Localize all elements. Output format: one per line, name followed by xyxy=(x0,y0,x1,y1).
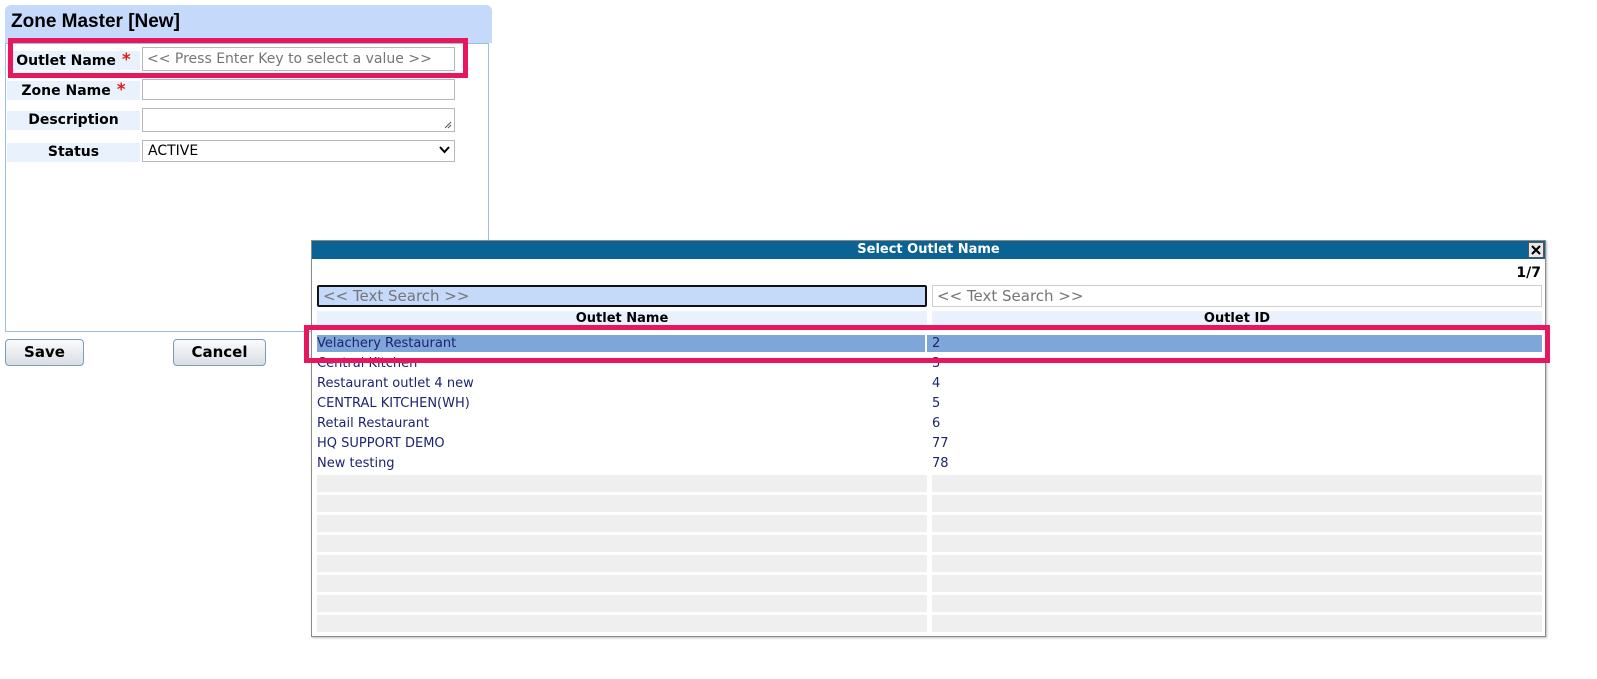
status-selected-value: ACTIVE xyxy=(148,143,199,159)
zone-name-input[interactable] xyxy=(142,79,455,100)
outlet-id-cell: 78 xyxy=(932,456,949,471)
outlet-name-cell: CENTRAL KITCHEN(WH) xyxy=(317,396,470,411)
required-mark: * xyxy=(121,50,131,70)
empty-row xyxy=(317,555,1542,572)
outlet-name-cell: New testing xyxy=(317,456,395,471)
empty-row xyxy=(317,595,1542,612)
outlet-id-cell: 77 xyxy=(932,436,949,451)
cancel-button[interactable]: Cancel xyxy=(173,339,266,366)
zone-name-label: Zone Name * xyxy=(7,81,140,100)
page-title: Zone Master [New] xyxy=(5,5,492,43)
outlet-name-cell: Central Kitchen xyxy=(317,356,418,371)
chevron-down-icon xyxy=(439,146,450,154)
table-row[interactable]: HQ SUPPORT DEMO 77 xyxy=(317,435,1542,452)
close-icon xyxy=(1531,245,1541,255)
outlet-id-cell: 6 xyxy=(932,416,941,431)
outlet-name-search-input[interactable] xyxy=(317,285,927,307)
required-mark: * xyxy=(116,80,126,100)
outlet-name-input[interactable] xyxy=(142,47,455,71)
status-select[interactable]: ACTIVE xyxy=(142,140,455,162)
outlet-name-cell: Velachery Restaurant xyxy=(317,335,927,352)
close-button[interactable] xyxy=(1528,242,1544,258)
table-row[interactable]: Restaurant outlet 4 new 4 xyxy=(317,375,1542,392)
empty-row xyxy=(317,535,1542,552)
outlet-name-label: Outlet Name * xyxy=(7,51,140,70)
page-counter: 1/7 xyxy=(1516,265,1541,281)
status-label: Status xyxy=(7,143,140,162)
table-row[interactable]: CENTRAL KITCHEN(WH) 5 xyxy=(317,395,1542,412)
table-row[interactable]: Velachery Restaurant 2 xyxy=(317,335,1542,352)
resize-grip-icon[interactable] xyxy=(444,121,452,129)
select-outlet-dialog: Select Outlet Name 1/7 Outlet Name Outle… xyxy=(311,240,1546,637)
save-button[interactable]: Save xyxy=(5,339,84,366)
empty-row xyxy=(317,615,1542,632)
outlet-id-search-input[interactable] xyxy=(932,285,1542,307)
table-row[interactable]: New testing 78 xyxy=(317,455,1542,472)
outlet-id-cell: 2 xyxy=(932,336,941,351)
table-row[interactable]: Central Kitchen 3 xyxy=(317,355,1542,372)
outlet-id-cell: 4 xyxy=(932,376,941,391)
outlet-id-cell: 5 xyxy=(932,396,941,411)
outlet-id-cell: 3 xyxy=(932,356,941,371)
description-label: Description xyxy=(7,111,140,130)
dialog-title: Select Outlet Name xyxy=(312,241,1545,259)
outlet-name-cell: HQ SUPPORT DEMO xyxy=(317,436,445,451)
outlet-name-cell: Retail Restaurant xyxy=(317,416,430,431)
table-row[interactable]: Retail Restaurant 6 xyxy=(317,415,1542,432)
column-header-outlet-name[interactable]: Outlet Name xyxy=(317,311,927,327)
empty-row xyxy=(317,495,1542,512)
description-textarea[interactable] xyxy=(142,108,455,132)
empty-row xyxy=(317,475,1542,492)
column-header-outlet-id[interactable]: Outlet ID xyxy=(932,311,1542,327)
outlet-name-cell: Restaurant outlet 4 new xyxy=(317,376,474,391)
empty-row xyxy=(317,515,1542,532)
zone-name-label-text: Zone Name xyxy=(21,83,111,99)
empty-row xyxy=(317,575,1542,592)
outlet-name-label-text: Outlet Name xyxy=(16,53,116,69)
